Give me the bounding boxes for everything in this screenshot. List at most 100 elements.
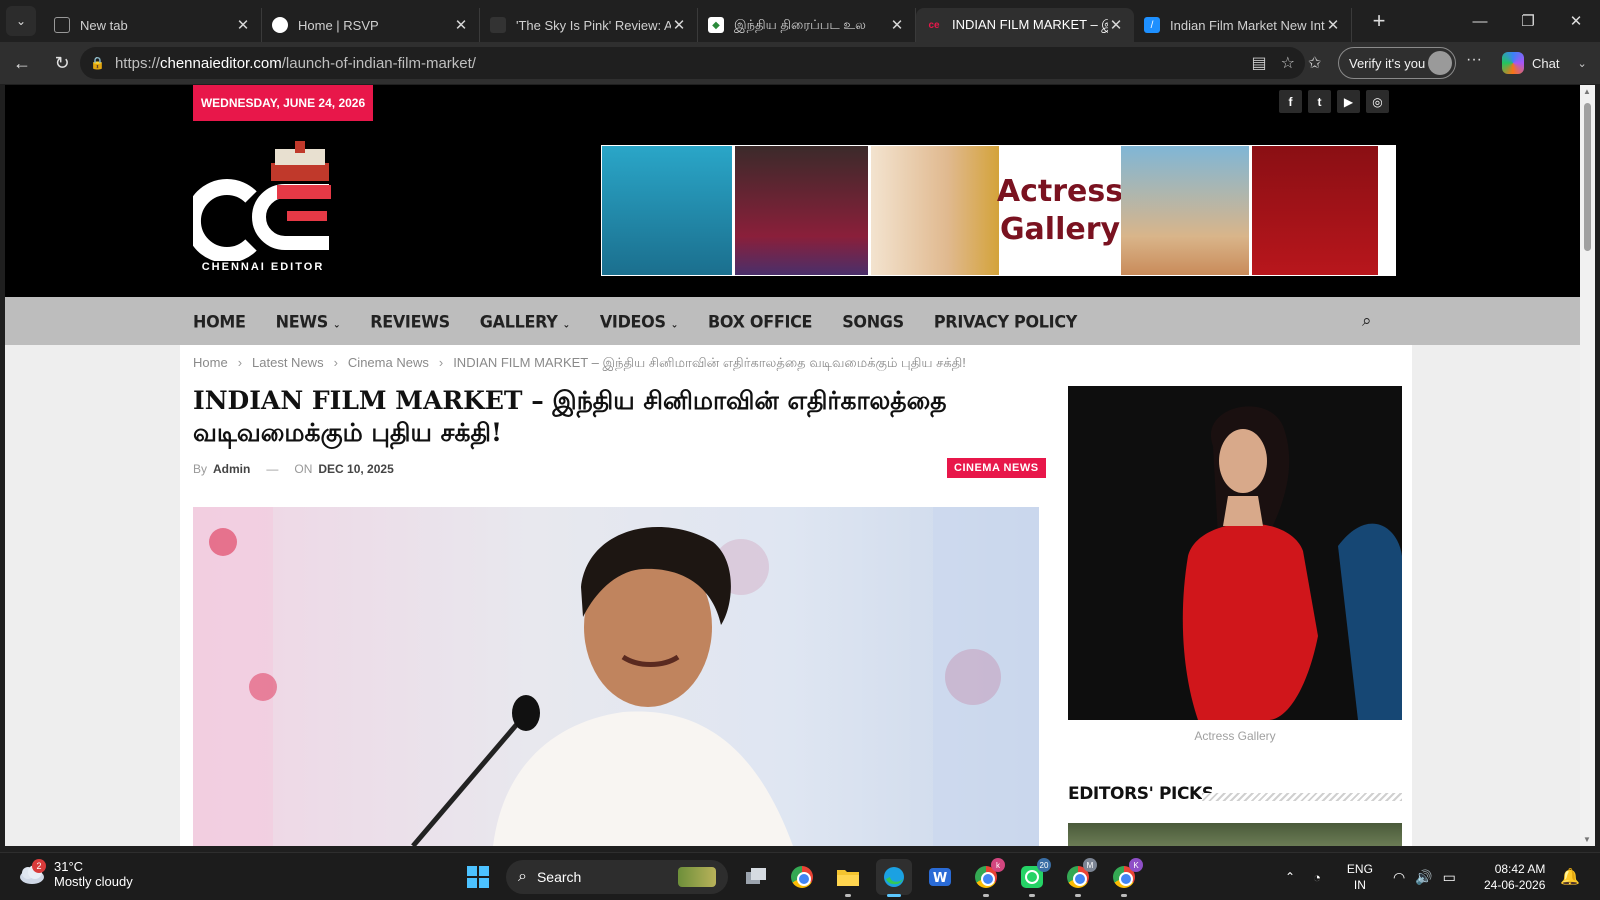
refresh-icon[interactable]: ↻ [44, 47, 80, 79]
date-badge: WEDNESDAY, JUNE 24, 2026 [193, 85, 373, 121]
cloudy-weather-icon: 2 [18, 859, 46, 885]
profile-verify-button[interactable]: Verify it's you [1338, 47, 1456, 79]
category-badge[interactable]: CINEMA NEWS [947, 458, 1046, 478]
page-scrollbar[interactable]: ▲ ▼ [1580, 85, 1595, 846]
close-tab-icon[interactable]: ✕ [1325, 16, 1341, 34]
scroll-up-icon[interactable]: ▲ [1583, 87, 1591, 96]
nav-videos[interactable]: VIDEOS ⌄ [600, 311, 678, 331]
copilot-chat-button[interactable]: Chat ⌄ [1502, 47, 1587, 79]
task-view-icon[interactable] [738, 859, 774, 895]
wifi-icon: ◠ [1392, 868, 1406, 885]
url-text[interactable]: https://chennaieditor.com/launch-of-indi… [115, 55, 476, 72]
close-tab-icon[interactable]: ✕ [235, 16, 251, 34]
sidebar-ad-image[interactable] [1068, 386, 1402, 720]
more-menu-icon[interactable]: ··· [1466, 51, 1482, 69]
twitter-icon[interactable]: t [1308, 90, 1331, 113]
clock[interactable]: 08:42 AM 24-06-2026 [1484, 861, 1545, 893]
reader-mode-icon[interactable]: ▤ [1252, 53, 1267, 73]
nav-reviews[interactable]: REVIEWS [370, 311, 450, 331]
restore-icon[interactable]: ❐ [1504, 0, 1552, 42]
section-divider [1202, 793, 1402, 801]
banner-photo [1121, 146, 1249, 275]
facebook-icon[interactable]: f [1279, 90, 1302, 113]
back-arrow-icon[interactable]: ← [4, 47, 40, 79]
close-tab-icon[interactable]: ✕ [453, 16, 469, 34]
language-indicator[interactable]: ENG IN [1347, 861, 1373, 893]
editors-pick-image[interactable] [1068, 823, 1402, 846]
windows-start-icon[interactable] [460, 859, 496, 895]
nav-privacy-policy[interactable]: PRIVACY POLICY [934, 311, 1077, 331]
instagram-icon[interactable]: ◎ [1366, 90, 1389, 113]
tab-actions-menu-icon[interactable]: ⌄ [6, 6, 36, 36]
search-icon[interactable]: ⌕ [1362, 311, 1372, 331]
nav-home[interactable]: HOME [193, 311, 246, 331]
breadcrumb-latest-news[interactable]: Latest News [252, 355, 324, 372]
tab-title: 'The Sky Is Pink' Review: A Sto [516, 17, 671, 33]
app-w-icon[interactable]: W [922, 859, 958, 895]
tab-sky-is-pink[interactable]: 'The Sky Is Pink' Review: A Sto ✕ [480, 8, 698, 42]
nav-songs[interactable]: SONGS [842, 311, 904, 331]
search-highlight-icon [678, 867, 716, 887]
minimize-icon[interactable]: — [1456, 0, 1504, 42]
tab-new-tab[interactable]: New tab ✕ [44, 8, 262, 42]
profile-badge: K [1129, 858, 1143, 872]
omnibox-actions: ▤ ☆ [1252, 53, 1295, 73]
tab-tamil-news[interactable]: ◆ இந்திய திரைப்பட உல ✕ [698, 8, 916, 42]
chrome-profile-k2-icon[interactable]: K [1106, 858, 1143, 897]
weather-widget[interactable]: 2 31°C Mostly cloudy [18, 859, 133, 889]
tab-title: Indian Film Market New Intro [1170, 17, 1325, 33]
address-bar[interactable]: 🔒 https://chennaieditor.com/launch-of-in… [80, 47, 1305, 79]
sidebar-ad-art [1068, 386, 1402, 720]
site-header: WEDNESDAY, JUNE 24, 2026 f t ▶ ◎ CHENNAI… [5, 85, 1580, 297]
chevron-down-icon: ⌄ [332, 319, 341, 330]
scrollbar-thumb[interactable] [1584, 103, 1591, 251]
system-tray: ⌃ ◔ ENG IN ◠ 🔊 ▭ [1285, 853, 1456, 900]
actress-gallery-banner[interactable]: Actress Gallery [601, 145, 1396, 276]
chrome-profile-m-icon[interactable]: M [1060, 858, 1097, 897]
copilot-icon [1502, 52, 1524, 74]
article-meta: By Admin — ON DEC 10, 2025 [193, 462, 394, 476]
date: 24-06-2026 [1484, 878, 1546, 892]
site-info-icon[interactable]: 🔒 [90, 56, 105, 70]
nav-gallery[interactable]: GALLERY ⌄ [480, 311, 570, 331]
chevron-up-icon[interactable]: ⌃ [1285, 870, 1295, 884]
close-tab-icon[interactable]: ✕ [1108, 16, 1124, 34]
breadcrumb: Home › Latest News › Cinema News › INDIA… [193, 355, 966, 372]
close-window-icon[interactable]: ✕ [1552, 0, 1600, 42]
running-indicator [983, 894, 989, 897]
globe-icon [272, 17, 288, 33]
chrome-profile-k-icon[interactable]: k [968, 858, 1005, 897]
nav-box-office[interactable]: BOX OFFICE [708, 311, 813, 331]
site-logo[interactable]: CHENNAI EDITOR [185, 141, 338, 281]
new-tab-button[interactable]: + [1364, 6, 1394, 36]
edge-icon[interactable] [876, 859, 912, 897]
notification-bell-icon[interactable]: 🔔 [1560, 867, 1580, 887]
site-favicon-icon: / [1144, 17, 1160, 33]
browser-window: ⌄ New tab ✕ Home | RSVP ✕ 'The Sky Is Pi… [0, 0, 1600, 900]
tab-title: Home | RSVP [298, 17, 379, 33]
whatsapp-icon[interactable]: 20 [1014, 858, 1051, 897]
running-indicator [1121, 894, 1127, 897]
nav-news[interactable]: NEWS ⌄ [276, 311, 341, 331]
close-tab-icon[interactable]: ✕ [889, 16, 905, 34]
breadcrumb-home[interactable]: Home [193, 355, 228, 372]
tab-indian-film-market[interactable]: ce INDIAN FILM MARKET – இந் ✕ [916, 8, 1134, 42]
taskbar-apps: ⌕ Search W k 20 M K [460, 858, 1143, 897]
taskbar-search[interactable]: ⌕ Search [506, 860, 728, 894]
close-tab-icon[interactable]: ✕ [671, 16, 687, 34]
weather-badge: 2 [32, 859, 46, 873]
chrome-icon[interactable] [784, 859, 820, 895]
breadcrumb-cinema-news[interactable]: Cinema News [348, 355, 429, 372]
file-explorer-icon[interactable] [830, 859, 866, 897]
onedrive-icon[interactable]: ◔ [1313, 870, 1321, 885]
tab-rsvp[interactable]: Home | RSVP ✕ [262, 8, 480, 42]
banner-photo [735, 146, 868, 275]
tab-indian-film-market-intro[interactable]: / Indian Film Market New Intro ✕ [1134, 8, 1352, 42]
scroll-down-icon[interactable]: ▼ [1583, 835, 1591, 844]
favorites-icon[interactable]: ✩ [1308, 53, 1321, 73]
verify-label: Verify it's you [1349, 55, 1426, 71]
system-status-icons[interactable]: ◠ 🔊 ▭ [1393, 869, 1456, 886]
author-link[interactable]: Admin [213, 462, 250, 476]
youtube-icon[interactable]: ▶ [1337, 90, 1360, 113]
favorite-star-icon[interactable]: ☆ [1281, 53, 1295, 73]
